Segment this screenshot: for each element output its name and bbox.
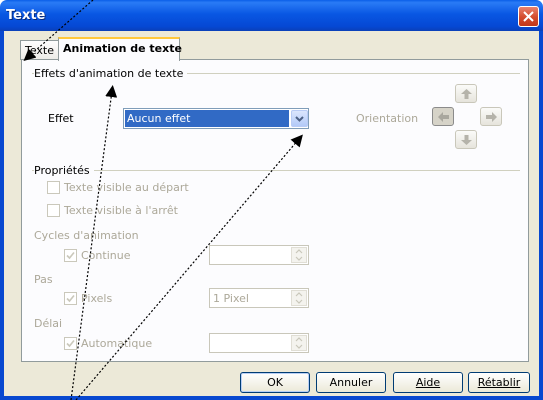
spin-buttons[interactable] xyxy=(291,290,307,306)
checkmark-icon xyxy=(66,339,75,348)
step-spinbox[interactable]: 1 Pixel xyxy=(209,288,309,308)
cycles-spinbox[interactable] xyxy=(209,245,309,265)
cycles-continue-label: Continue xyxy=(81,249,131,262)
step-pixels-label: Pixels xyxy=(81,292,113,305)
section-separator xyxy=(32,170,520,171)
visible-stop-label: Texte visible à l'arrêt xyxy=(64,204,178,217)
delay-label: Délai xyxy=(34,317,63,330)
delay-spinbox[interactable] xyxy=(209,333,309,353)
effect-select-value: Aucun effet xyxy=(125,110,289,127)
close-button[interactable] xyxy=(518,6,539,27)
delay-auto-label: Automatique xyxy=(81,337,153,350)
effect-select[interactable]: Aucun effet xyxy=(123,108,309,129)
window-title: Texte xyxy=(6,8,46,23)
arrow-right-icon xyxy=(486,112,497,122)
cancel-button[interactable]: Annuler xyxy=(316,372,386,393)
orientation-up-button[interactable] xyxy=(455,84,477,103)
close-icon xyxy=(523,11,534,22)
orientation-label: Orientation xyxy=(356,112,419,125)
step-label: Pas xyxy=(34,273,53,286)
orientation-right-button[interactable] xyxy=(480,107,502,126)
tab-texte[interactable]: Texte xyxy=(20,40,59,60)
help-button-label: Aide xyxy=(415,376,441,389)
checkmark-icon xyxy=(66,251,75,260)
effects-section-title: Effets d'animation de texte xyxy=(34,67,188,80)
orientation-down-button[interactable] xyxy=(455,130,477,149)
visible-start-label: Texte visible au départ xyxy=(64,181,189,194)
title-bar[interactable]: Texte xyxy=(0,0,543,31)
cycles-label: Cycles d'animation xyxy=(34,229,139,242)
chevron-down-icon xyxy=(295,116,304,122)
reset-button[interactable]: Rétablir xyxy=(468,372,530,393)
visible-start-checkbox[interactable] xyxy=(47,181,60,194)
cycles-continue-checkbox[interactable] xyxy=(64,249,77,262)
arrow-left-icon xyxy=(438,112,449,122)
dropdown-arrow-button[interactable] xyxy=(291,110,308,127)
spin-arrows-icon xyxy=(295,292,303,304)
step-value: 1 Pixel xyxy=(213,292,249,305)
orientation-left-button[interactable] xyxy=(432,107,454,126)
visible-stop-checkbox[interactable] xyxy=(47,204,60,217)
checkmark-icon xyxy=(66,294,75,303)
spin-buttons[interactable] xyxy=(291,335,307,351)
properties-section-title: Propriétés xyxy=(34,164,94,177)
effect-label: Effet xyxy=(48,112,74,125)
spin-arrows-icon xyxy=(295,337,303,349)
spin-buttons[interactable] xyxy=(291,247,307,263)
ok-button[interactable]: OK xyxy=(240,372,310,393)
step-pixels-checkbox[interactable] xyxy=(64,292,77,305)
tab-animation-de-texte[interactable]: Animation de texte xyxy=(58,37,182,61)
arrow-down-icon xyxy=(461,135,472,145)
help-button[interactable]: Aide xyxy=(393,372,463,393)
arrow-up-icon xyxy=(461,89,472,99)
spin-arrows-icon xyxy=(295,249,303,261)
delay-auto-checkbox[interactable] xyxy=(64,337,77,350)
reset-button-label: Rétablir xyxy=(477,376,521,389)
